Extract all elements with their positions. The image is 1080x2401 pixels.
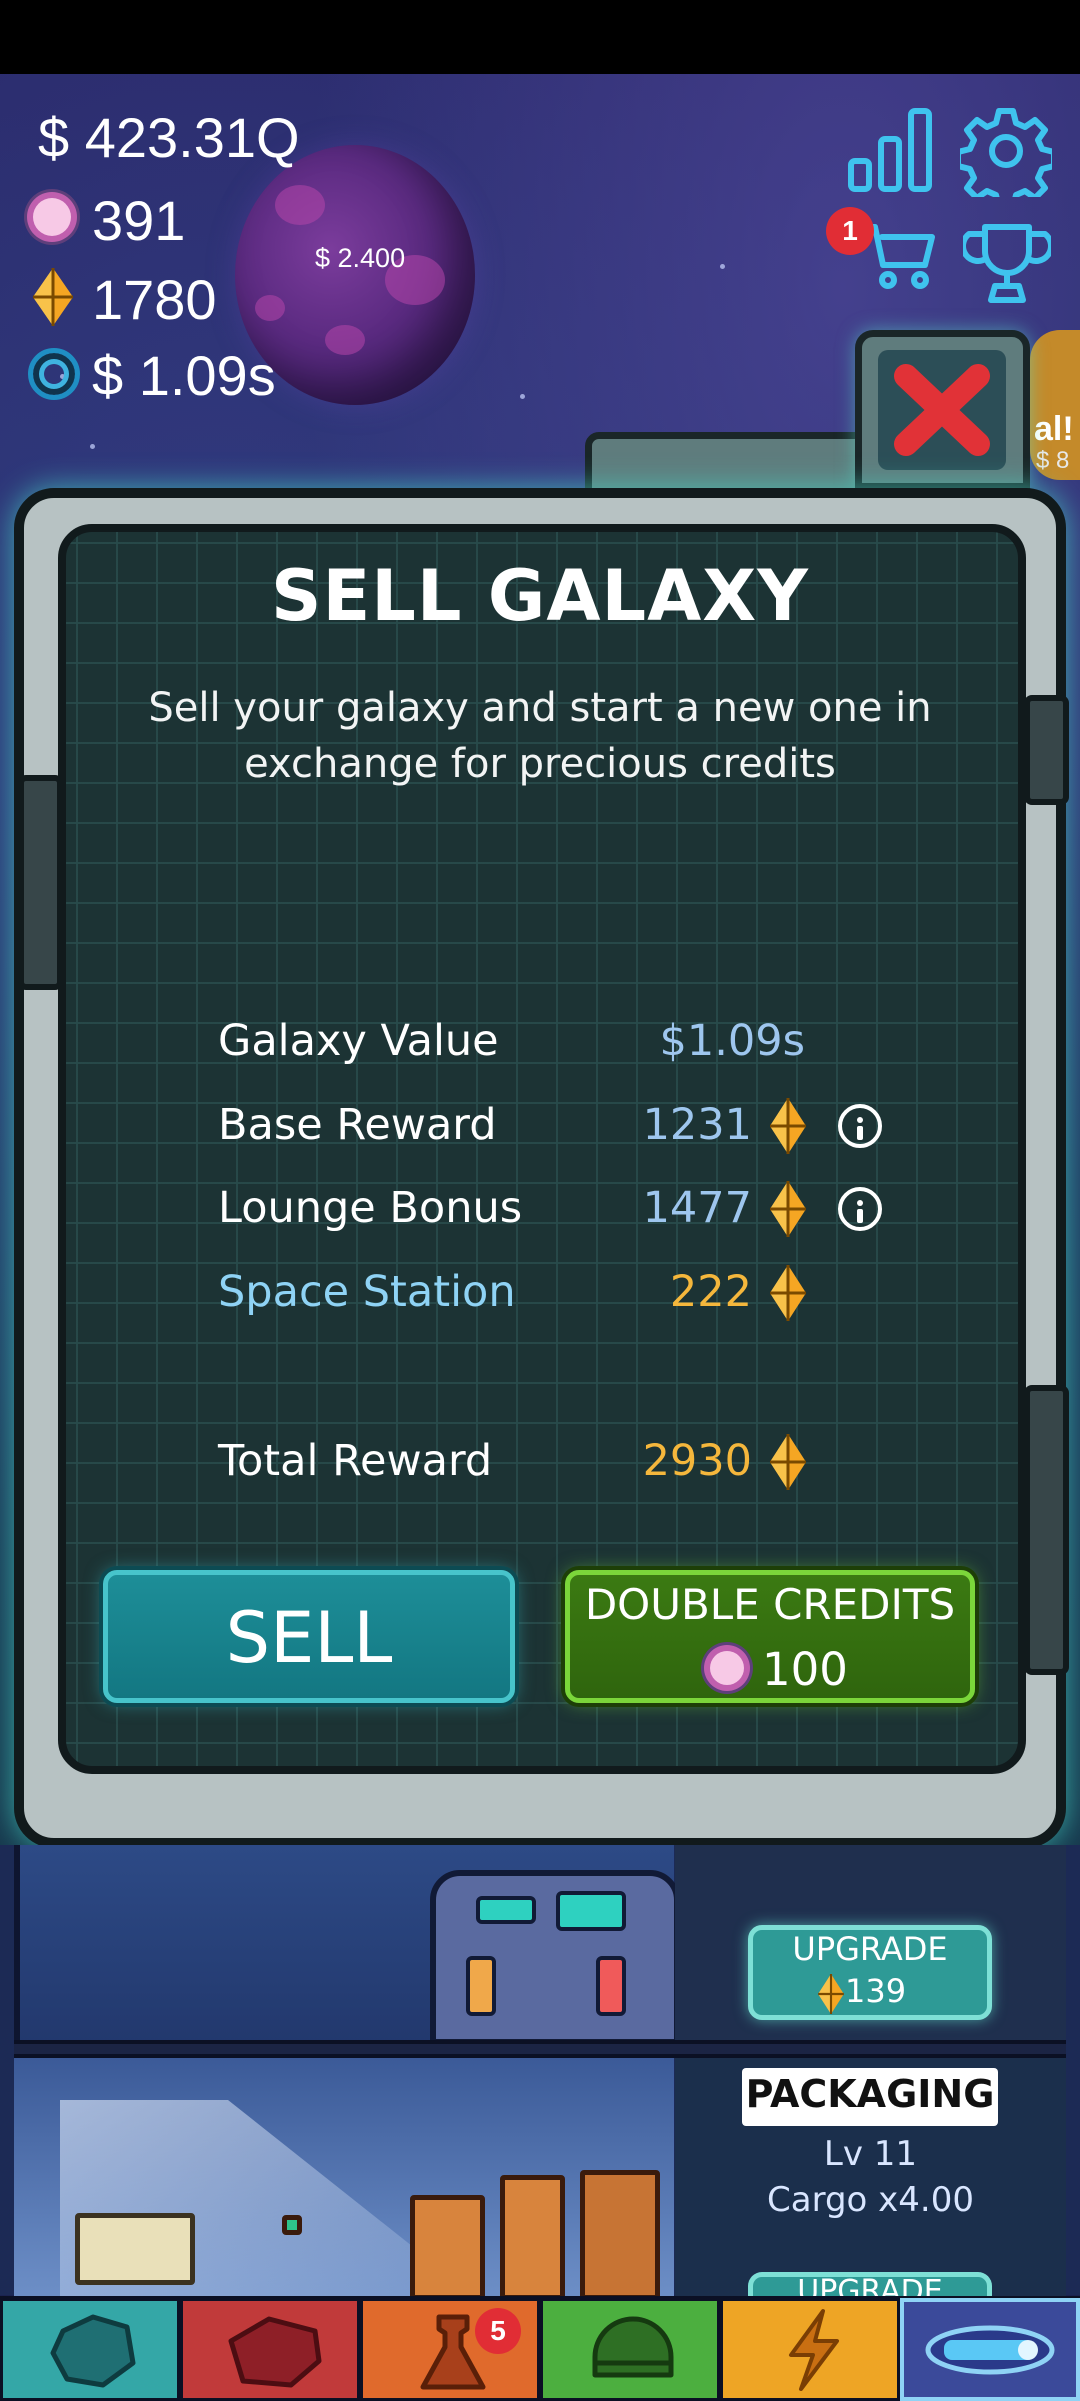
total-reward-value: 2930 <box>642 1436 752 1486</box>
control-console <box>430 1870 680 2045</box>
packaging-level: Lv 11 <box>823 2134 918 2174</box>
nav-tab-asteroid[interactable] <box>180 2298 360 2401</box>
dark-matter-icon <box>710 1651 744 1685</box>
upgrade-button-label: UPGRADE <box>792 1930 948 1968</box>
money-amount: $ 423.31Q <box>38 106 300 169</box>
packaging-cargo: Cargo x4.00 <box>767 2180 974 2220</box>
dark-matter-icon <box>33 198 71 236</box>
panel-right-rail <box>1024 695 1069 805</box>
panel-left-rail <box>18 775 63 990</box>
side-offer-text: al! <box>1034 410 1074 448</box>
crate <box>75 2213 195 2285</box>
upgrade-cost: 139 <box>845 1972 907 2010</box>
lounge-bonus-info-icon[interactable] <box>838 1187 882 1231</box>
sell-button-label: SELL <box>225 1597 393 1679</box>
credit-icon <box>818 1974 844 2018</box>
dialog-subtitle: Sell your galaxy and start a new one in … <box>148 685 932 787</box>
helmet-icon <box>592 2316 674 2378</box>
settings-gear-icon[interactable] <box>960 105 1052 197</box>
side-offer-price: $ 8 <box>1036 447 1070 474</box>
double-credits-label: DOUBLE CREDITS <box>584 1580 956 1629</box>
lounge-bonus-label: Lounge Bonus <box>218 1183 523 1233</box>
credits-icon <box>33 268 73 326</box>
rock-icon <box>50 2314 136 2388</box>
double-credits-cost: 100 <box>762 1643 848 1696</box>
cart-badge: 1 <box>826 207 874 255</box>
credit-icon <box>770 1434 806 1490</box>
total-reward-label: Total Reward <box>218 1436 493 1486</box>
nav-tab-planet[interactable] <box>0 2298 180 2401</box>
nav-lab-badge: 5 <box>475 2308 521 2354</box>
status-bar <box>0 0 1080 74</box>
stats-icon[interactable] <box>845 105 935 195</box>
floor-divider <box>14 2040 1066 2058</box>
credit-icon <box>770 1181 806 1237</box>
credits-amount: 1780 <box>92 268 217 331</box>
dialog-title: SELL GALAXY <box>271 555 809 637</box>
spaceship-icon <box>925 2325 1055 2375</box>
packaging-title: PACKAGING <box>745 2072 995 2116</box>
cargo-box <box>500 2175 565 2300</box>
cargo-box <box>580 2170 660 2300</box>
dark-matter-amount: 391 <box>92 189 186 252</box>
cargo-box <box>410 2195 485 2300</box>
close-button[interactable] <box>878 350 1006 470</box>
lightning-icon <box>789 2309 839 2391</box>
galaxy-value-value: $1.09s <box>659 1016 805 1066</box>
trophy-icon[interactable] <box>963 222 1051 306</box>
nav-tab-ship[interactable] <box>900 2298 1080 2401</box>
base-reward-info-icon[interactable] <box>838 1104 882 1148</box>
galaxy-value-amount: $ 1.09s <box>92 344 276 407</box>
close-icon <box>894 364 990 456</box>
wall-switch <box>282 2215 302 2235</box>
nav-tab-crew[interactable] <box>540 2298 720 2401</box>
asteroid-icon <box>228 2316 322 2388</box>
lounge-bonus-value: 1477 <box>642 1183 752 1233</box>
credit-icon <box>770 1098 806 1154</box>
galaxy-value-icon <box>28 348 80 400</box>
base-reward-value: 1231 <box>642 1100 752 1150</box>
base-reward-label: Base Reward <box>218 1100 497 1150</box>
space-station-label[interactable]: Space Station <box>218 1267 516 1317</box>
planet-price: $ 2.400 <box>315 243 406 273</box>
flask-icon <box>420 2314 486 2390</box>
nav-tab-boost[interactable] <box>720 2298 900 2401</box>
panel-right-rail-lower <box>1024 1385 1069 1675</box>
credit-icon <box>770 1265 806 1321</box>
space-station-value: 222 <box>669 1267 752 1317</box>
galaxy-value-label: Galaxy Value <box>218 1016 499 1066</box>
